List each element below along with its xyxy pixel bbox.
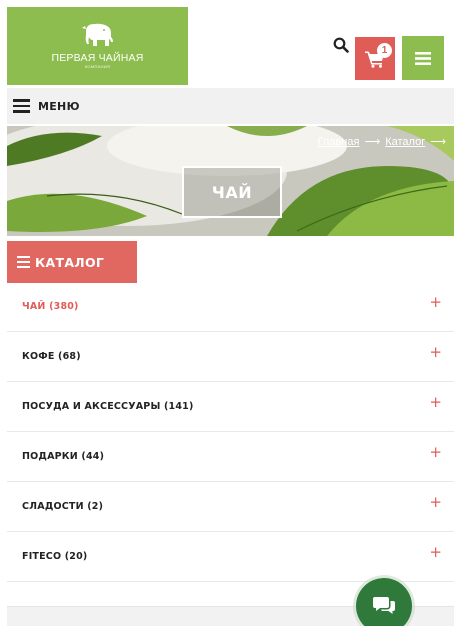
category-label[interactable]: ПОДАРКИ (44) [22,451,104,462]
brand-logo[interactable]: ПЕРВАЯ ЧАЙНАЯ КОМПАНИЯ [7,7,188,85]
expand-plus-icon[interactable]: + [429,543,442,561]
menu-bar[interactable]: МЕНЮ [7,88,454,124]
category-label[interactable]: СЛАДОСТИ (2) [22,501,103,512]
category-hero-banner: Главная ⟶ Каталог ⟶ ЧАЙ [7,126,454,236]
page-title: ЧАЙ [211,182,253,202]
category-label[interactable]: ПОСУДА И АКСЕССУАРЫ (141) [22,401,194,412]
list-item[interactable]: ПОДАРКИ (44) + [7,432,454,482]
category-label[interactable]: FITECO (20) [22,551,87,562]
expand-plus-icon[interactable]: + [429,393,442,411]
menu-hamburger-icon [13,99,30,113]
category-label[interactable]: ЧАЙ (380) [22,301,79,312]
category-list: ЧАЙ (380) + КОФЕ (68) + ПОСУДА И АКСЕССУ… [7,282,454,582]
expand-plus-icon[interactable]: + [429,293,442,311]
search-button[interactable] [331,34,351,56]
chat-icon [373,597,395,614]
list-item[interactable]: FITECO (20) + [7,532,454,582]
catalog-hamburger-icon [17,255,30,269]
brand-subtitle: КОМПАНИЯ [84,64,111,69]
brand-name: ПЕРВАЯ ЧАЙНАЯ [51,52,144,64]
list-item[interactable]: КОФЕ (68) + [7,332,454,382]
breadcrumb-catalog-link[interactable]: Каталог [385,136,425,148]
cart-count-badge: 1 [377,43,392,58]
page-title-box: ЧАЙ [182,166,282,218]
site-header: ПЕРВАЯ ЧАЙНАЯ КОМПАНИЯ 1 [0,0,454,88]
expand-plus-icon[interactable]: + [429,343,442,361]
elephant-icon [81,23,113,46]
search-icon [333,37,349,53]
list-item[interactable]: ПОСУДА И АКСЕССУАРЫ (141) + [7,382,454,432]
cart-button[interactable]: 1 [355,37,395,80]
catalog-toggle-button[interactable]: КАТАЛОГ [7,241,137,283]
list-item[interactable]: ЧАЙ (380) + [7,282,454,332]
breadcrumb-home-link[interactable]: Главная [318,136,360,148]
menu-label: МЕНЮ [38,99,80,113]
expand-plus-icon[interactable]: + [429,443,442,461]
category-label[interactable]: КОФЕ (68) [22,351,81,362]
chat-button[interactable] [356,578,412,626]
expand-plus-icon[interactable]: + [429,493,442,511]
list-item[interactable]: СЛАДОСТИ (2) + [7,482,454,532]
breadcrumb-arrow-icon: ⟶ [364,136,381,148]
hamburger-icon [415,51,431,65]
breadcrumb-arrow-icon: ⟶ [430,136,446,148]
mobile-menu-button[interactable] [402,36,444,80]
breadcrumb: Главная ⟶ Каталог ⟶ [318,135,446,149]
catalog-label: КАТАЛОГ [35,254,105,270]
